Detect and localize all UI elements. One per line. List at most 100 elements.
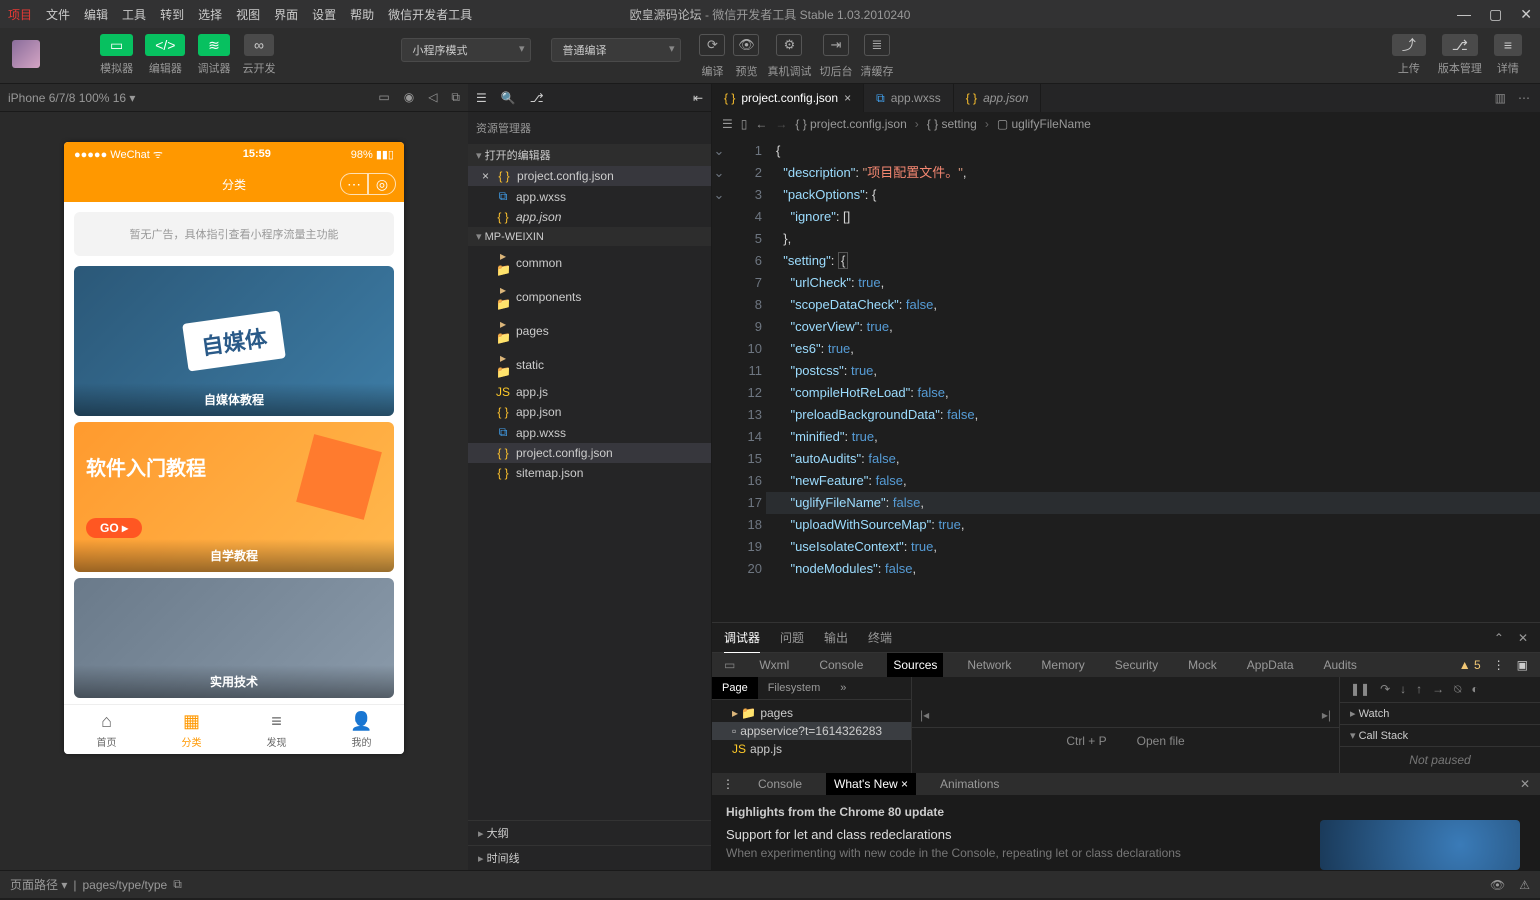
explorer-icon[interactable]: ☰ (476, 91, 487, 105)
card-zimeiti[interactable]: 自媒体 自媒体教程 (74, 266, 394, 416)
phone-preview[interactable]: ●●●●● WeChat ᯤ 15:59 98% ▮▮▯ 分类 ⋯ ◎ 暂无广告… (64, 142, 404, 754)
editor-tab-app.wxss[interactable]: ⧉app.wxss (864, 84, 954, 112)
capsule-menu-icon[interactable]: ⋯ (340, 173, 368, 195)
file-pages[interactable]: ▸ 📁pages (468, 314, 711, 348)
tool-预览[interactable]: 👁 (733, 34, 759, 56)
devtools-tab-Sources[interactable]: Sources (887, 653, 943, 677)
list-icon[interactable]: ☰ (722, 117, 733, 131)
editor-tab-app.json[interactable]: { }app.json (954, 84, 1042, 112)
menu-0[interactable]: 项目 (8, 6, 32, 23)
devtools-tab-Audits[interactable]: Audits (1318, 653, 1363, 677)
editor-tab-project.config.json[interactable]: { }project.config.json× (712, 84, 864, 112)
split-icon[interactable]: ▥ (1495, 91, 1506, 105)
source-appservice?t=1614326283[interactable]: ▫appservice?t=1614326283 (712, 722, 911, 740)
tool-编译[interactable]: ⟳ (699, 34, 725, 56)
drawer-close-icon[interactable]: ✕ (1520, 777, 1530, 791)
tool-详情[interactable]: ≡ (1494, 34, 1522, 56)
code-line-13[interactable]: "preloadBackgroundData": false, (776, 404, 1540, 426)
file-app.js[interactable]: JSapp.js (468, 382, 711, 402)
drawer-whatsnew-tab[interactable]: What's New × (826, 773, 916, 795)
source-app.js[interactable]: JSapp.js (712, 740, 911, 758)
devtools-tab-Memory[interactable]: Memory (1035, 653, 1090, 677)
minimize-icon[interactable]: — (1457, 6, 1471, 23)
step-over-icon[interactable]: ↷ (1380, 682, 1390, 697)
inspect-icon[interactable]: ▭ (724, 658, 735, 672)
panel-tab-问题[interactable]: 问题 (780, 623, 804, 652)
menu-8[interactable]: 设置 (312, 6, 336, 23)
file-app.wxss[interactable]: ⧉app.wxss (468, 422, 711, 443)
pause-icon[interactable]: ❚❚ (1350, 682, 1370, 697)
step-icon[interactable]: → (1432, 682, 1444, 697)
panel-up-icon[interactable]: ⌃ (1494, 631, 1504, 645)
file-project.config.json[interactable]: ×{ }project.config.json (468, 166, 711, 186)
tool-切后台[interactable]: ⇥ (823, 34, 849, 56)
prev-icon[interactable]: |◂ (920, 708, 929, 722)
file-app.json[interactable]: { }app.json (468, 402, 711, 422)
tool-编辑器[interactable]: </> (145, 34, 185, 56)
tool-版本管理[interactable]: ⎇ (1442, 34, 1478, 56)
drawer-console-tab[interactable]: Console (750, 773, 810, 795)
step-into-icon[interactable]: ↓ (1400, 682, 1406, 697)
device-selector[interactable]: iPhone 6/7/8 100% 16 ▾ (8, 91, 135, 105)
code-line-3[interactable]: "packOptions": { (776, 184, 1540, 206)
menu-2[interactable]: 编辑 (84, 6, 108, 23)
next-icon[interactable]: ▸| (1322, 708, 1331, 722)
file-app.wxss[interactable]: ⧉app.wxss (468, 186, 711, 207)
project-section[interactable]: MP-WEIXIN (468, 227, 711, 246)
drawer-animations-tab[interactable]: Animations (932, 773, 1007, 795)
bookmark-icon[interactable]: ▯ (741, 117, 748, 131)
tabbar-我的[interactable]: 👤我的 (319, 705, 404, 754)
timeline-section[interactable]: 时间线 (468, 845, 711, 870)
menu-6[interactable]: 视图 (236, 6, 260, 23)
devtools-tab-Network[interactable]: Network (961, 653, 1017, 677)
tabbar-分类[interactable]: ▦分类 (149, 705, 234, 754)
code-line-11[interactable]: "postcss": true, (776, 360, 1540, 382)
menu-7[interactable]: 界面 (274, 6, 298, 23)
menu-9[interactable]: 帮助 (350, 6, 374, 23)
record-icon[interactable]: ◉ (404, 90, 414, 105)
file-components[interactable]: ▸ 📁components (468, 280, 711, 314)
tabbar-首页[interactable]: ⌂首页 (64, 705, 149, 754)
code-line-2[interactable]: "description": "项目配置文件。", (776, 162, 1540, 184)
card-zixue[interactable]: 软件入门教程 GO ▸ 自学教程 (74, 422, 394, 572)
menu-10[interactable]: 微信开发者工具 (388, 6, 472, 23)
menu-1[interactable]: 文件 (46, 6, 70, 23)
code-line-18[interactable]: "uploadWithSourceMap": true, (776, 514, 1540, 536)
drawer-kebab-icon[interactable]: ⋮ (722, 777, 734, 791)
eye-icon[interactable]: 👁 (1490, 878, 1505, 892)
menu-3[interactable]: 工具 (122, 6, 146, 23)
tool-调试器[interactable]: ≋ (198, 34, 230, 56)
callstack-section[interactable]: Call Stack (1340, 725, 1540, 747)
maximize-icon[interactable]: ▢ (1489, 6, 1502, 23)
tool-模拟器[interactable]: ▭ (100, 34, 133, 56)
file-app.json[interactable]: { }app.json (468, 207, 711, 227)
code-line-1[interactable]: { (776, 140, 1540, 162)
file-project.config.json[interactable]: { }project.config.json (468, 443, 711, 463)
tabbar-发现[interactable]: ≡发现 (234, 705, 319, 754)
card-shiyong[interactable]: 实用技术 (74, 578, 394, 698)
devtools-tab-Console[interactable]: Console (813, 653, 869, 677)
deactivate-bp-icon[interactable]: ⍉ (1454, 682, 1461, 697)
kebab-icon[interactable]: ⋮ (1493, 658, 1505, 672)
code-line-7[interactable]: "urlCheck": true, (776, 272, 1540, 294)
sources-page-tab[interactable]: Page (712, 677, 758, 699)
capsule-close-icon[interactable]: ◎ (368, 173, 396, 195)
file-sitemap.json[interactable]: { }sitemap.json (468, 463, 711, 483)
mode-dropdown[interactable]: 小程序模式 (401, 38, 531, 62)
step-out-icon[interactable]: ↑ (1416, 682, 1422, 697)
detach-icon[interactable]: ⧉ (451, 90, 460, 105)
code-line-12[interactable]: "compileHotReLoad": false, (776, 382, 1540, 404)
sources-filesystem-tab[interactable]: Filesystem (758, 677, 831, 699)
menu-5[interactable]: 选择 (198, 6, 222, 23)
path-label[interactable]: 页面路径 ▾ (10, 876, 67, 893)
watch-section[interactable]: Watch (1340, 703, 1540, 725)
devtools-tab-Wxml[interactable]: Wxml (753, 653, 795, 677)
copy-icon[interactable]: ⧉ (173, 877, 182, 892)
source-pages[interactable]: ▸ 📁pages (712, 704, 911, 722)
code-line-10[interactable]: "es6": true, (776, 338, 1540, 360)
code-line-8[interactable]: "scopeDataCheck": false, (776, 294, 1540, 316)
code-line-17[interactable]: "uglifyFileName": false, (766, 492, 1540, 514)
panel-tab-调试器[interactable]: 调试器 (724, 623, 760, 653)
close-icon[interactable]: ✕ (1520, 6, 1532, 23)
pause-exception-icon[interactable]: ◐ (1471, 682, 1478, 697)
